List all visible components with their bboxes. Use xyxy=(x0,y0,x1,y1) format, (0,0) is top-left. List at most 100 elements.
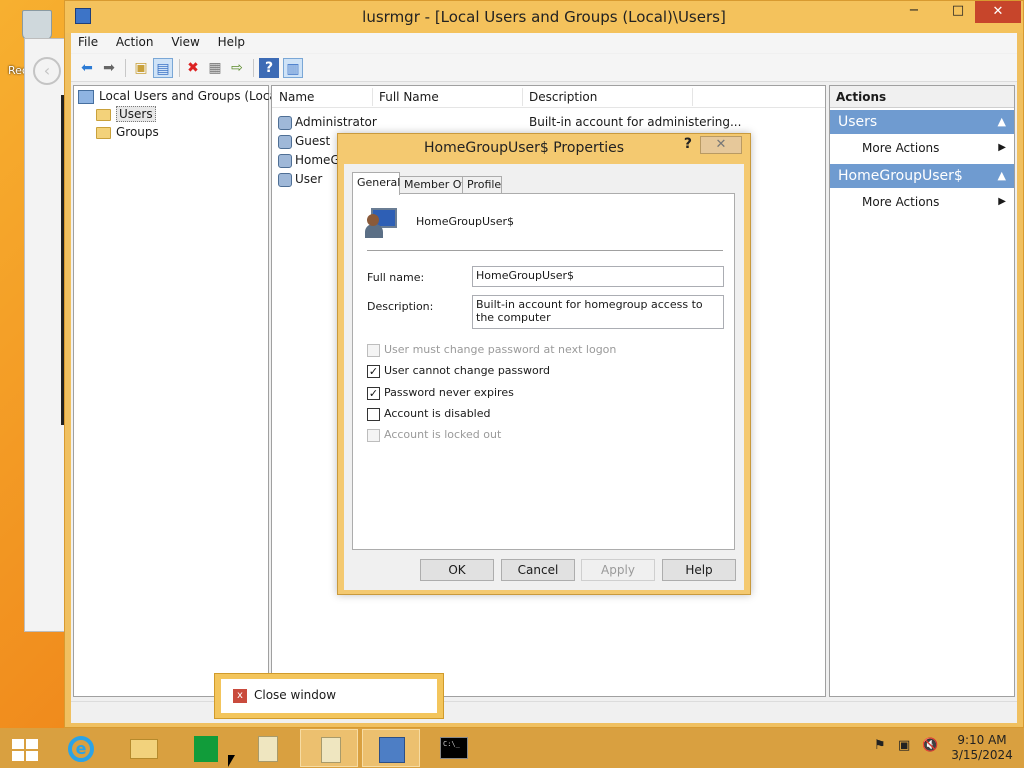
forward-icon[interactable]: ➡ xyxy=(99,58,119,78)
description-field[interactable]: Built-in account for homegroup access to… xyxy=(472,295,724,329)
background-window[interactable]: ‹ xyxy=(24,38,68,632)
checkbox-label: Account is disabled xyxy=(384,407,491,420)
menu-action[interactable]: Action xyxy=(109,33,161,51)
minimize-button[interactable]: − xyxy=(899,1,929,23)
clock-date: 3/15/2024 xyxy=(951,748,1013,762)
menu-view[interactable]: View xyxy=(164,33,206,51)
taskbar-notepad-2[interactable] xyxy=(300,729,358,767)
more-actions-homegroupuser[interactable]: More Actions ▶ xyxy=(830,188,1014,216)
ok-button[interactable]: OK xyxy=(420,559,494,581)
checkbox-box[interactable] xyxy=(367,343,380,357)
menu-bar: File Action View Help xyxy=(71,33,1017,53)
delete-icon[interactable]: ✖ xyxy=(183,58,203,78)
toolbar-separator xyxy=(179,59,180,77)
checkbox-label: Account is locked out xyxy=(384,428,502,441)
column-divider[interactable] xyxy=(372,88,373,106)
taskbar-lusrmgr[interactable] xyxy=(362,729,420,767)
actions-group-users[interactable]: Users ▲ xyxy=(830,110,1014,134)
submenu-arrow-icon: ▶ xyxy=(998,142,1006,153)
tooltip-body[interactable]: x Close window xyxy=(221,679,437,713)
collapse-icon[interactable]: ▲ xyxy=(998,110,1006,134)
tree-item-users[interactable]: Users xyxy=(96,106,156,123)
column-divider[interactable] xyxy=(692,88,693,106)
list-item[interactable]: Administrator Built-in account for admin… xyxy=(278,113,741,131)
up-folder-icon[interactable]: ▣ xyxy=(131,58,151,78)
list-item[interactable]: HomeG xyxy=(278,151,340,169)
person-body-graphic xyxy=(365,224,383,238)
back-icon[interactable]: ⬅ xyxy=(77,58,97,78)
maximize-button[interactable]: □ xyxy=(943,1,973,23)
column-name[interactable]: Name xyxy=(279,90,314,104)
account-locked-out-checkbox[interactable]: Account is locked out xyxy=(367,427,501,443)
recycle-bin-graphic xyxy=(22,10,52,40)
column-description[interactable]: Description xyxy=(529,90,597,104)
tree-root[interactable]: Local Users and Groups (Local) xyxy=(78,88,285,105)
tab-profile[interactable]: Profile xyxy=(462,176,502,194)
submenu-arrow-icon: ▶ xyxy=(998,196,1006,207)
clock[interactable]: 9:10 AM 3/15/2024 xyxy=(950,733,1014,763)
user-account-icon xyxy=(365,208,397,238)
help-icon[interactable]: ? xyxy=(259,58,279,78)
user-icon xyxy=(278,172,292,187)
tab-member-of[interactable]: Member Of xyxy=(399,176,465,194)
help-button[interactable]: Help xyxy=(662,559,736,581)
user-name: Guest xyxy=(295,134,331,148)
taskbar-notepad-1[interactable] xyxy=(238,729,296,767)
window-title: lusrmgr - [Local Users and Groups (Local… xyxy=(362,8,726,26)
recycle-bin-icon[interactable]: Rec xyxy=(8,6,58,77)
more-actions-users[interactable]: More Actions ▶ xyxy=(830,134,1014,162)
divider xyxy=(367,250,723,251)
more-actions-label: More Actions xyxy=(862,195,940,209)
console-tree: Local Users and Groups (Local) Users Gro… xyxy=(73,85,285,697)
actions-group-title: Users xyxy=(838,114,878,130)
general-tab-panel: HomeGroupUser$ Full name: HomeGroupUser$… xyxy=(352,193,735,550)
cannot-change-password-checkbox[interactable]: ✓ User cannot change password xyxy=(367,363,550,379)
taskbar-command-prompt[interactable]: C:\_ xyxy=(424,729,482,767)
apply-button[interactable]: Apply xyxy=(581,559,655,581)
checkbox-box-checked[interactable]: ✓ xyxy=(367,364,380,378)
taskbar-store[interactable] xyxy=(176,729,234,767)
must-change-password-checkbox[interactable]: User must change password at next logon xyxy=(367,342,616,358)
start-button[interactable] xyxy=(0,729,52,767)
checkbox-box-checked[interactable]: ✓ xyxy=(367,386,380,400)
checkbox-box[interactable] xyxy=(367,407,380,421)
actions-group-homegroupuser[interactable]: HomeGroupUser$ ▲ xyxy=(830,164,1014,188)
checkbox-box[interactable] xyxy=(367,428,380,442)
user-name: HomeG xyxy=(295,153,340,167)
account-disabled-checkbox[interactable]: Account is disabled xyxy=(367,406,491,422)
title-bar[interactable]: lusrmgr - [Local Users and Groups (Local… xyxy=(65,1,1023,33)
checkbox-label: User must change password at next logon xyxy=(384,343,617,356)
account-name: HomeGroupUser$ xyxy=(416,215,515,228)
menu-file[interactable]: File xyxy=(71,33,105,51)
status-bar xyxy=(71,701,1017,723)
show-hide-tree-icon[interactable]: ▤ xyxy=(153,58,173,78)
close-button[interactable]: ✕ xyxy=(975,1,1021,23)
folder-icon xyxy=(96,126,111,139)
taskbar-file-explorer[interactable] xyxy=(114,729,172,767)
user-management-icon xyxy=(379,737,405,763)
export-list-icon[interactable]: ⇨ xyxy=(227,58,247,78)
tab-general[interactable]: General xyxy=(352,172,400,195)
full-name-field[interactable]: HomeGroupUser$ xyxy=(472,266,724,287)
properties-icon[interactable]: ▦ xyxy=(205,58,225,78)
column-full-name[interactable]: Full Name xyxy=(379,90,439,104)
password-never-expires-checkbox[interactable]: ✓ Password never expires xyxy=(367,385,514,401)
cancel-button[interactable]: Cancel xyxy=(501,559,575,581)
list-item[interactable]: Guest xyxy=(278,132,330,150)
context-help-button[interactable]: ? xyxy=(684,136,692,152)
close-window-tooltip: x Close window xyxy=(214,673,444,719)
back-arrow-icon[interactable]: ‹ xyxy=(33,57,61,85)
column-divider[interactable] xyxy=(522,88,523,106)
tree-item-groups[interactable]: Groups xyxy=(96,124,159,141)
list-item[interactable]: User xyxy=(278,170,322,188)
person-head-graphic xyxy=(367,214,379,226)
network-icon[interactable]: ▣ xyxy=(898,738,914,756)
menu-help[interactable]: Help xyxy=(211,33,252,51)
dialog-close-button[interactable]: ✕ xyxy=(700,136,742,154)
internet-explorer-icon: e xyxy=(68,736,94,762)
collapse-icon[interactable]: ▲ xyxy=(998,164,1006,188)
taskbar-internet-explorer[interactable]: e xyxy=(52,729,110,767)
show-action-pane-icon[interactable]: ▥ xyxy=(283,58,303,78)
action-center-flag-icon[interactable]: ⚑ xyxy=(874,738,890,756)
volume-muted-icon[interactable]: 🔇 xyxy=(922,738,938,756)
